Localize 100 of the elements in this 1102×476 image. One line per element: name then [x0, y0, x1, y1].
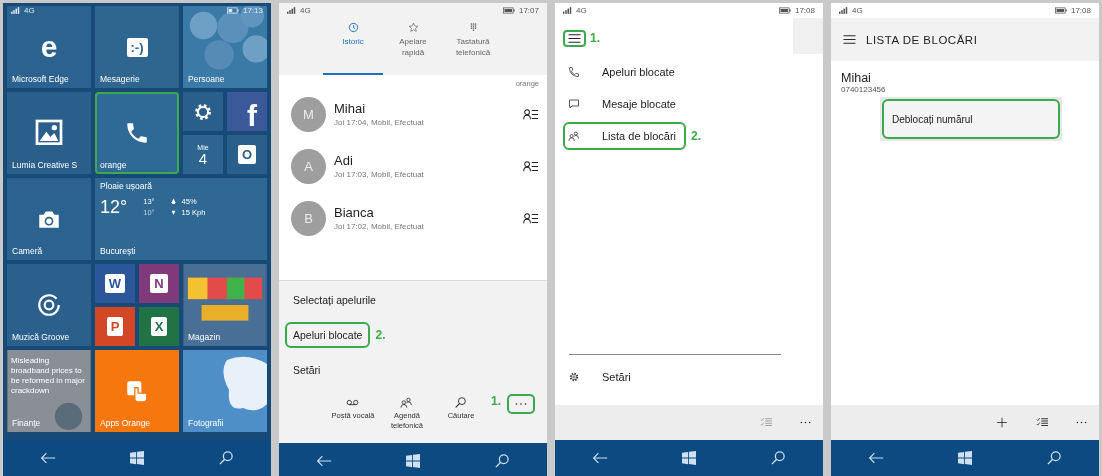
contact-details-icon[interactable]	[523, 108, 539, 120]
app-tile[interactable]: O	[227, 135, 267, 174]
signal-icon	[563, 7, 572, 14]
app-tile[interactable]: P	[95, 307, 135, 346]
battery-icon	[778, 7, 791, 14]
app-tile[interactable]: Magazin	[183, 264, 267, 346]
menu-item[interactable]: Apeluri blocate	[563, 58, 685, 86]
more-icon	[515, 402, 527, 406]
menu-item[interactable]: Deblocați numărul	[882, 99, 1060, 139]
tab[interactable]: Tastatură telefonică	[443, 18, 503, 75]
tile-label: Apps Orange	[100, 418, 151, 428]
windows-icon[interactable]	[957, 451, 973, 465]
message-icon	[568, 98, 580, 110]
menu-item[interactable]: Mesaje blocate	[563, 90, 686, 118]
avatar: B	[291, 200, 326, 236]
menu-item[interactable]: Setări	[285, 356, 329, 383]
network-label: 4G	[852, 6, 863, 15]
back-icon[interactable]	[867, 451, 884, 465]
tile-icon: P	[106, 317, 124, 336]
tile-icon: :-)	[126, 37, 148, 57]
menu-button[interactable]	[563, 29, 586, 47]
tile-icon: N	[150, 274, 168, 293]
tile-label: Fotografii	[188, 418, 224, 428]
contact-name[interactable]: Bianca	[334, 205, 515, 220]
search-icon[interactable]	[494, 454, 511, 468]
contact-details-icon[interactable]	[523, 212, 539, 224]
phone-icon	[568, 66, 580, 78]
avatar: M	[291, 96, 326, 132]
call-details: Joi 17:03, Mobil, Efectuat	[334, 170, 425, 179]
temperature: 12°	[100, 197, 128, 218]
app-tile[interactable]: Cameră	[7, 178, 91, 260]
back-icon[interactable]	[315, 454, 332, 468]
search-icon	[454, 397, 468, 408]
menu-icon[interactable]	[843, 35, 856, 44]
app-tile[interactable]: Lumia Creative S	[7, 92, 91, 174]
menu-item[interactable]: Selectați apelurile	[285, 286, 384, 313]
tile-label: Persoane	[188, 74, 225, 84]
more-icon[interactable]	[1076, 421, 1087, 424]
clock-time: 17:08	[794, 6, 815, 15]
app-tile[interactable]: N	[139, 264, 179, 303]
search-icon[interactable]	[218, 451, 235, 465]
menu-item[interactable]: Apeluri blocate	[285, 321, 371, 348]
disc-icon	[36, 292, 62, 318]
tile-icon: O	[237, 145, 257, 164]
tab[interactable]: Istoric	[323, 18, 383, 75]
app-tile[interactable]	[183, 92, 223, 131]
content-panel	[793, 18, 823, 54]
app-tile[interactable]: X	[139, 307, 179, 346]
date-number: 4	[198, 150, 208, 166]
people-icon	[568, 130, 580, 142]
step-number: 1.	[491, 394, 501, 408]
tile-icon: W	[104, 274, 126, 293]
settings-item[interactable]: Setări	[563, 363, 641, 391]
app-tile[interactable]: orange	[95, 92, 179, 174]
contact-name[interactable]: Mihai	[841, 71, 1089, 85]
tile-icon: e	[40, 32, 58, 62]
drop-icon	[170, 198, 176, 205]
windows-icon[interactable]	[129, 451, 145, 465]
app-tile[interactable]: f	[227, 92, 267, 131]
search-icon[interactable]	[1046, 451, 1063, 465]
tile-label: orange	[100, 160, 127, 170]
search-icon[interactable]	[770, 451, 787, 465]
more-icon[interactable]	[800, 421, 811, 424]
select-icon[interactable]	[1036, 417, 1048, 428]
app-tile[interactable]: :-) Mesagerie	[95, 6, 179, 88]
tile-label: Muzică Groove	[12, 332, 70, 342]
tile-label: Lumia Creative S	[12, 160, 78, 170]
app-tile[interactable]: W	[95, 264, 135, 303]
battery-icon	[502, 7, 515, 14]
network-label: 4G	[24, 6, 35, 15]
battery-icon	[1054, 7, 1067, 14]
tile-label: Microsoft Edge	[12, 74, 69, 84]
people-icon	[400, 397, 414, 408]
phone-icon	[124, 120, 150, 146]
add-icon[interactable]	[996, 417, 1008, 428]
call-details: Joi 17:04, Mobil, Efectuat	[334, 118, 425, 127]
windows-icon[interactable]	[681, 451, 697, 465]
call-details: Joi 17:02, Mobil, Efectuat	[334, 222, 425, 231]
phone-number: 0740123456	[841, 85, 887, 94]
network-label: 4G	[300, 6, 311, 15]
back-icon[interactable]	[39, 451, 56, 465]
tab[interactable]: Apelare rapidă	[383, 18, 443, 75]
more-button[interactable]	[507, 394, 535, 414]
menu-item[interactable]: Lista de blocări	[563, 122, 686, 150]
settings-icon	[568, 371, 580, 383]
app-tile[interactable]: Muzică Groove	[7, 264, 91, 346]
news-headline: Misleading broadband prices to be reformed in major crackdown	[11, 356, 86, 396]
clock-time: 17:13	[242, 6, 263, 15]
menu-icon	[568, 33, 581, 43]
touch-icon	[124, 378, 150, 404]
voicemail-icon	[346, 397, 360, 408]
clock-time: 17:07	[518, 6, 539, 15]
tile-label: Mesagerie	[100, 74, 140, 84]
windows-icon[interactable]	[405, 454, 421, 468]
contact-name[interactable]: Adi	[334, 153, 515, 168]
contact-name[interactable]: Mihai	[334, 101, 515, 116]
app-tile[interactable]: Fotografii	[183, 350, 267, 432]
back-icon[interactable]	[591, 451, 608, 465]
contact-details-icon[interactable]	[523, 160, 539, 172]
tile-label: Finanțe	[12, 418, 41, 428]
